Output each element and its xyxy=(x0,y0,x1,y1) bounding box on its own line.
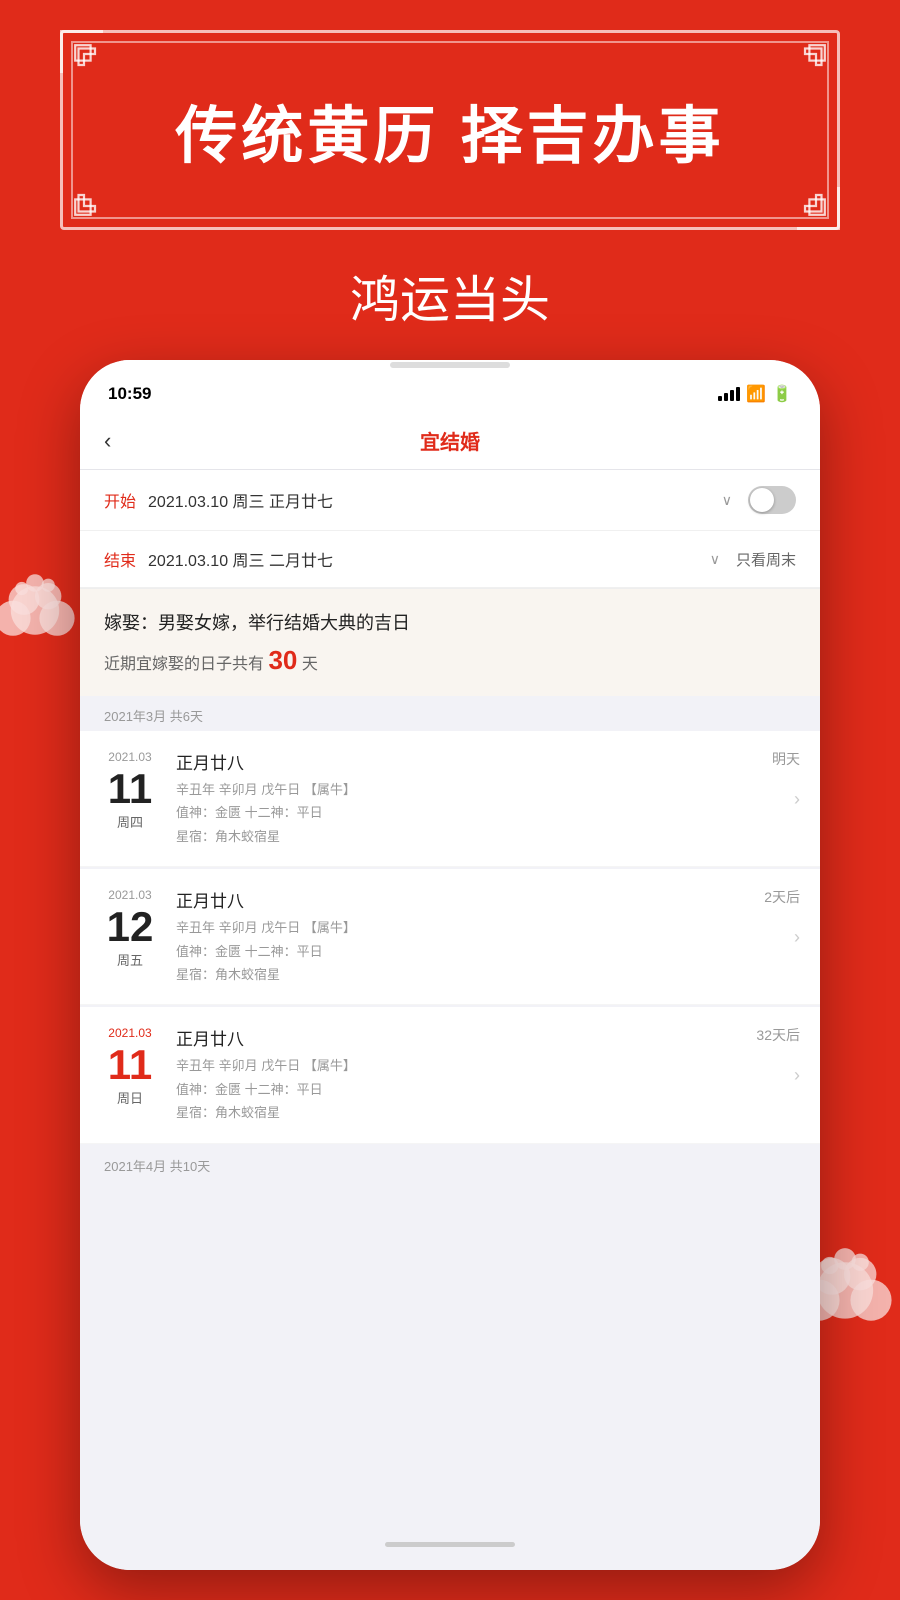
desc-subtitle-suffix: 天 xyxy=(302,656,318,673)
desc-subtitle-prefix: 近期宜嫁娶的日子共有 xyxy=(104,656,264,673)
status-bar: 10:59 📶 🔋 xyxy=(80,370,820,412)
day-1: 11 xyxy=(108,766,152,812)
phone-container: 10:59 📶 🔋 ‹ 宜结婚 开始 xyxy=(80,360,820,1570)
relative-day-1: 明天 xyxy=(772,749,800,769)
month-group-1-text: 2021年3月 共6天 xyxy=(104,709,203,724)
relative-day-3: 32天后 xyxy=(756,1025,800,1045)
frame-inner: 传统黄历 择吉办事 xyxy=(71,41,829,219)
lunar-1: 正月廿八 xyxy=(176,749,724,774)
calendar-item-3[interactable]: 2021.03 11 周日 正月廿八 辛丑年 辛卯月 戊午日 【属牛】 值神：金… xyxy=(80,1007,820,1143)
year-month-2: 2021.03 xyxy=(108,887,151,904)
status-icons: 📶 🔋 xyxy=(718,384,792,404)
month-group-label-1: 2021年3月 共6天 xyxy=(80,696,820,731)
detail-chevron-1: › xyxy=(794,789,800,810)
back-button[interactable]: ‹ xyxy=(104,428,111,454)
detail-1: 辛丑年 辛卯月 戊午日 【属牛】 值神：金匮 十二神：平日 星宿：角木蛟宿星 xyxy=(176,778,724,848)
detail-line2-1: 值神：金匮 十二神：平日 xyxy=(176,801,724,824)
decorative-frame: 传统黄历 择吉办事 xyxy=(60,30,840,230)
phone-mockup: 10:59 📶 🔋 ‹ 宜结婚 开始 xyxy=(80,360,820,1570)
year-month-1: 2021.03 xyxy=(108,749,151,766)
notch-pill xyxy=(390,362,510,368)
relative-day-2: 2天后 xyxy=(764,887,800,907)
weekend-toggle[interactable] xyxy=(748,486,796,514)
end-chevron-icon: ∨ xyxy=(710,551,720,568)
day-3: 11 xyxy=(108,1042,152,1088)
calendar-item-1[interactable]: 2021.03 11 周四 正月廿八 辛丑年 辛卯月 戊午日 【属牛】 值神：金… xyxy=(80,731,820,867)
detail-2: 辛丑年 辛卯月 戊午日 【属牛】 值神：金匮 十二神：平日 星宿：角木蛟宿星 xyxy=(176,916,724,986)
end-date-row[interactable]: 结束 2021.03.10 周三 二月廿七 ∨ 只看周末 xyxy=(80,531,820,588)
detail-line3-3: 星宿：角木蛟宿星 xyxy=(176,1101,724,1124)
lunar-2: 正月廿八 xyxy=(176,887,724,912)
signal-bars-icon xyxy=(718,387,740,401)
cloud-decoration-left xyxy=(0,550,90,660)
home-bar xyxy=(385,1542,515,1547)
weekend-label: 只看周末 xyxy=(736,549,796,570)
scroll-content[interactable]: 开始 2021.03.10 周三 正月廿七 ∨ 结束 2021.03.10 周三… xyxy=(80,470,820,1534)
weekend-label-area: 只看周末 xyxy=(736,549,796,570)
weekday-2: 周五 xyxy=(117,950,143,969)
detail-line1-2: 辛丑年 辛卯月 戊午日 【属牛】 xyxy=(176,916,724,939)
desc-title: 嫁娶：男娶女嫁，举行结婚大典的吉日 xyxy=(104,609,796,635)
month-group-label-2: 2021年4月 共10天 xyxy=(80,1146,820,1181)
cal-info-2: 正月廿八 辛丑年 辛卯月 戊午日 【属牛】 值神：金匮 十二神：平日 星宿：角木… xyxy=(176,887,724,986)
detail-line1-3: 辛丑年 辛卯月 戊午日 【属牛】 xyxy=(176,1054,724,1077)
phone-notch xyxy=(80,360,820,370)
cal-right-3: 32天后 › xyxy=(740,1025,800,1086)
date-selector-card: 开始 2021.03.10 周三 正月廿七 ∨ 结束 2021.03.10 周三… xyxy=(80,470,820,696)
subtitle: 鸿运当头 xyxy=(0,260,900,332)
end-label: 结束 xyxy=(104,547,136,571)
bar1 xyxy=(718,396,722,401)
bar2 xyxy=(724,393,728,401)
detail-line3-2: 星宿：角木蛟宿星 xyxy=(176,963,724,986)
detail-line3-1: 星宿：角木蛟宿星 xyxy=(176,825,724,848)
cal-info-1: 正月廿八 辛丑年 辛卯月 戊午日 【属牛】 值神：金匮 十二神：平日 星宿：角木… xyxy=(176,749,724,848)
battery-icon: 🔋 xyxy=(772,384,792,404)
cal-info-3: 正月廿八 辛丑年 辛卯月 戊午日 【属牛】 值神：金匮 十二神：平日 星宿：角木… xyxy=(176,1025,724,1124)
desc-count: 30 xyxy=(268,645,297,675)
weekend-toggle-area xyxy=(748,486,796,514)
desc-subtitle: 近期宜嫁娶的日子共有 30 天 xyxy=(104,645,796,676)
end-value: 2021.03.10 周三 二月廿七 xyxy=(148,547,706,571)
start-date-row[interactable]: 开始 2021.03.10 周三 正月廿七 ∨ xyxy=(80,470,820,531)
date-block-1: 2021.03 11 周四 xyxy=(100,749,160,831)
detail-chevron-2: › xyxy=(794,927,800,948)
detail-chevron-3: › xyxy=(794,1065,800,1086)
cal-right-2: 2天后 › xyxy=(740,887,800,948)
month-group-2-text: 2021年4月 共10天 xyxy=(104,1159,210,1174)
bar4 xyxy=(736,387,740,401)
page-title: 宜结婚 xyxy=(420,426,480,455)
start-chevron-icon: ∨ xyxy=(722,492,732,509)
main-title: 传统黄历 择吉办事 xyxy=(175,85,724,175)
weekday-3: 周日 xyxy=(117,1088,143,1107)
weekday-1: 周四 xyxy=(117,812,143,831)
start-value: 2021.03.10 周三 正月廿七 xyxy=(148,488,718,512)
start-label: 开始 xyxy=(104,488,136,512)
calendar-item-2[interactable]: 2021.03 12 周五 正月廿八 辛丑年 辛卯月 戊午日 【属牛】 值神：金… xyxy=(80,869,820,1005)
detail-line2-3: 值神：金匮 十二神：平日 xyxy=(176,1078,724,1101)
lunar-3: 正月廿八 xyxy=(176,1025,724,1050)
wifi-icon: 📶 xyxy=(746,384,766,404)
detail-line1-1: 辛丑年 辛卯月 戊午日 【属牛】 xyxy=(176,778,724,801)
bar3 xyxy=(730,390,734,401)
detail-3: 辛丑年 辛卯月 戊午日 【属牛】 值神：金匮 十二神：平日 星宿：角木蛟宿星 xyxy=(176,1054,724,1124)
day-2: 12 xyxy=(107,904,154,950)
cal-right-1: 明天 › xyxy=(740,749,800,810)
description-section: 嫁娶：男娶女嫁，举行结婚大典的吉日 近期宜嫁娶的日子共有 30 天 xyxy=(80,588,820,696)
date-block-3: 2021.03 11 周日 xyxy=(100,1025,160,1107)
home-indicator xyxy=(80,1534,820,1570)
nav-bar: ‹ 宜结婚 xyxy=(80,412,820,470)
year-month-3: 2021.03 xyxy=(108,1025,151,1042)
date-block-2: 2021.03 12 周五 xyxy=(100,887,160,969)
detail-line2-2: 值神：金匮 十二神：平日 xyxy=(176,940,724,963)
status-time: 10:59 xyxy=(108,384,151,404)
